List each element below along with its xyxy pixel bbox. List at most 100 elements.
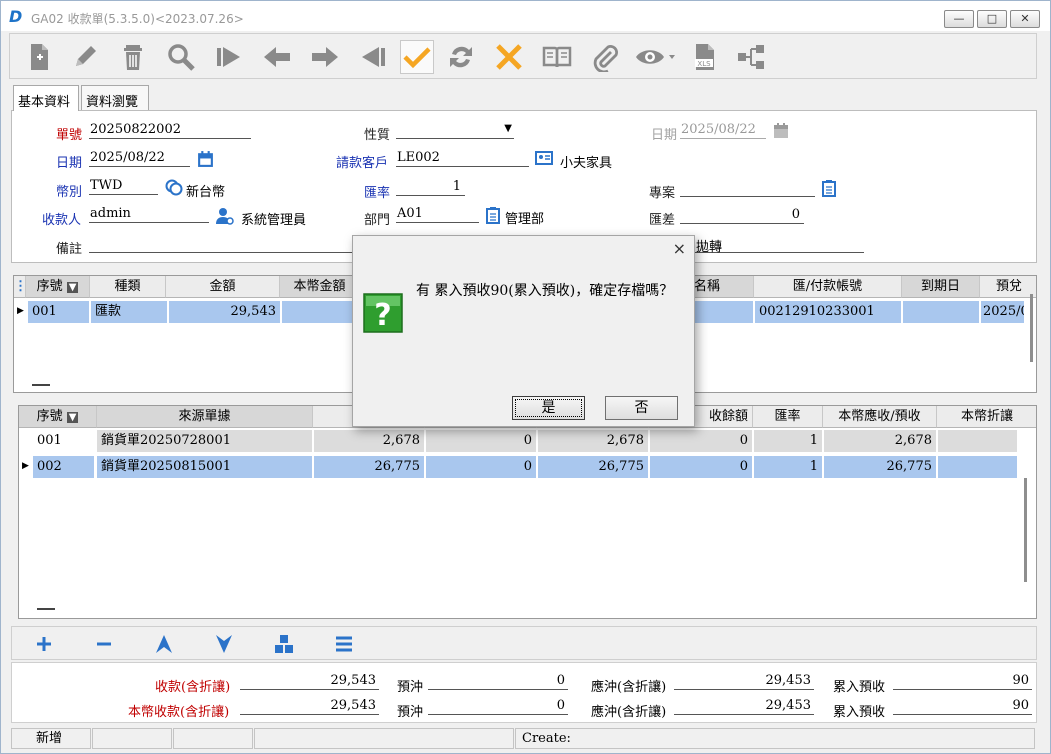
export-xls-icon[interactable]: XLS <box>688 40 722 74</box>
column-header[interactable]: 名稱 <box>694 276 754 298</box>
local-offset-value: 29,453 <box>674 698 814 715</box>
cell-amount[interactable]: 29,543 <box>169 301 281 323</box>
clipboard-icon[interactable] <box>486 206 500 228</box>
grid-menu-icon[interactable]: ⋮ <box>14 276 26 298</box>
diff-field[interactable]: 0 <box>680 207 804 224</box>
view-eye-icon[interactable] <box>634 40 678 74</box>
move-down-icon[interactable] <box>211 632 237 656</box>
rate-field[interactable]: 1 <box>396 179 465 196</box>
cell-rate[interactable]: 1 <box>754 456 823 478</box>
currency-code-field[interactable]: TWD <box>89 178 158 195</box>
column-header[interactable]: 序號 ▼ <box>26 276 90 298</box>
doc-no-field[interactable]: 20250822002 <box>89 122 251 139</box>
column-header[interactable]: 匯率 <box>753 406 823 428</box>
source-grid: 序號 ▼ 來源單據 應收 收餘額 匯率 本幣應收/預收 本幣折讓 001 銷貨單… <box>18 405 1037 619</box>
cell-local[interactable]: 2,678 <box>824 430 937 452</box>
cell-local[interactable]: 26,775 <box>824 456 937 478</box>
cell-seq[interactable]: 001 <box>28 301 90 323</box>
nature-select[interactable]: ▼ <box>396 122 514 139</box>
dialog-close-button[interactable]: × <box>673 239 686 258</box>
dept-label: 部門 <box>364 213 391 228</box>
cell-amount[interactable]: 26,775 <box>314 456 425 478</box>
cell-account[interactable]: 00212910233001 <box>755 301 902 323</box>
new-file-icon[interactable] <box>22 40 56 74</box>
dept-code-field[interactable]: A01 <box>396 206 479 223</box>
column-header[interactable]: 本幣金額 <box>280 276 360 298</box>
project-field[interactable] <box>680 180 815 197</box>
customer-code-field[interactable]: LE002 <box>396 150 529 167</box>
cell-seq[interactable]: 001 <box>33 430 95 452</box>
search-magnifier-icon[interactable] <box>164 40 198 74</box>
payee-code-field[interactable]: admin <box>89 206 209 223</box>
book-icon[interactable] <box>540 40 574 74</box>
last-record-icon[interactable] <box>356 40 390 74</box>
tab-basic-info[interactable]: 基本資料 <box>13 85 79 111</box>
cell-amount[interactable]: 26,775 <box>538 456 649 478</box>
user-settings-icon[interactable] <box>216 207 234 229</box>
project-label: 專案 <box>649 186 676 201</box>
cell-due[interactable] <box>903 301 980 323</box>
clipboard-icon[interactable] <box>822 179 836 201</box>
xls-label: XLS <box>697 60 711 68</box>
maximize-button[interactable]: □ <box>977 10 1007 28</box>
cell-seq[interactable]: 002 <box>33 456 95 478</box>
close-window-button[interactable]: ✕ <box>1010 10 1040 28</box>
column-header[interactable]: 匯/付款帳號 <box>754 276 902 298</box>
coins-icon[interactable] <box>165 179 183 200</box>
cell-discount[interactable] <box>938 430 1018 452</box>
column-header[interactable]: 種類 <box>90 276 166 298</box>
scrollbar[interactable] <box>1024 478 1027 582</box>
cancel-x-icon[interactable] <box>492 40 526 74</box>
blocks-icon[interactable] <box>271 632 297 656</box>
date-top-field: 2025/08/22 <box>680 122 766 139</box>
local-prepay-value: 0 <box>428 698 568 715</box>
local-acc-label: 累入預收 <box>833 705 886 720</box>
add-plus-icon[interactable] <box>31 632 57 656</box>
cell-type[interactable]: 匯款 <box>91 301 168 323</box>
cell-discount[interactable] <box>938 456 1018 478</box>
status-panel <box>173 728 253 749</box>
scrollbar[interactable] <box>1030 294 1033 362</box>
tab-data-browse[interactable]: 資料瀏覽 <box>81 85 149 110</box>
column-header[interactable]: 本幣應收/預收 <box>823 406 937 428</box>
nature-label: 性質 <box>364 128 391 143</box>
date-label: 日期 <box>56 156 83 171</box>
cell-amount[interactable]: 2,678 <box>538 430 649 452</box>
cell-source[interactable]: 銷貨單20250728001 <box>97 430 313 452</box>
contact-card-icon[interactable] <box>535 151 553 169</box>
workflow-icon[interactable] <box>734 40 768 74</box>
first-record-icon[interactable] <box>212 40 246 74</box>
cell-amount[interactable]: 0 <box>426 430 537 452</box>
next-record-icon[interactable] <box>308 40 342 74</box>
column-header[interactable]: 來源單據 <box>97 406 313 428</box>
acc-label: 累入預收 <box>833 680 886 695</box>
edit-pencil-icon[interactable] <box>68 40 102 74</box>
column-header[interactable]: 到期日 <box>902 276 980 298</box>
previous-record-icon[interactable] <box>260 40 294 74</box>
column-header[interactable]: 預兌 <box>980 276 1036 298</box>
cell-amount[interactable]: 2,678 <box>314 430 425 452</box>
cell-balance[interactable]: 0 <box>650 430 753 452</box>
doc-no-label: 單號 <box>56 128 83 143</box>
move-up-icon[interactable] <box>151 632 177 656</box>
column-header[interactable]: 金額 <box>166 276 280 298</box>
column-header[interactable]: 序號 ▼ <box>19 406 97 428</box>
cell-balance[interactable]: 0 <box>650 456 753 478</box>
yes-button[interactable]: 是 <box>512 396 585 420</box>
column-header[interactable]: 本幣折讓 <box>937 406 1036 428</box>
remove-minus-icon[interactable] <box>91 632 117 656</box>
attachment-clip-icon[interactable] <box>588 40 622 74</box>
local-prepay-label: 預沖 <box>397 705 424 720</box>
cell-rate[interactable]: 1 <box>754 430 823 452</box>
calendar-icon[interactable] <box>197 150 214 172</box>
refresh-icon[interactable] <box>444 40 478 74</box>
minimize-button[interactable]: — <box>944 10 974 28</box>
date-field[interactable]: 2025/08/22 <box>89 150 190 167</box>
confirm-check-icon[interactable] <box>400 40 434 74</box>
cell-extra[interactable]: 2025/0 <box>981 301 1025 323</box>
cell-source[interactable]: 銷貨單20250815001 <box>97 456 313 478</box>
delete-trash-icon[interactable] <box>116 40 150 74</box>
list-icon[interactable] <box>331 632 357 656</box>
no-button[interactable]: 否 <box>605 396 678 420</box>
cell-amount[interactable]: 0 <box>426 456 537 478</box>
